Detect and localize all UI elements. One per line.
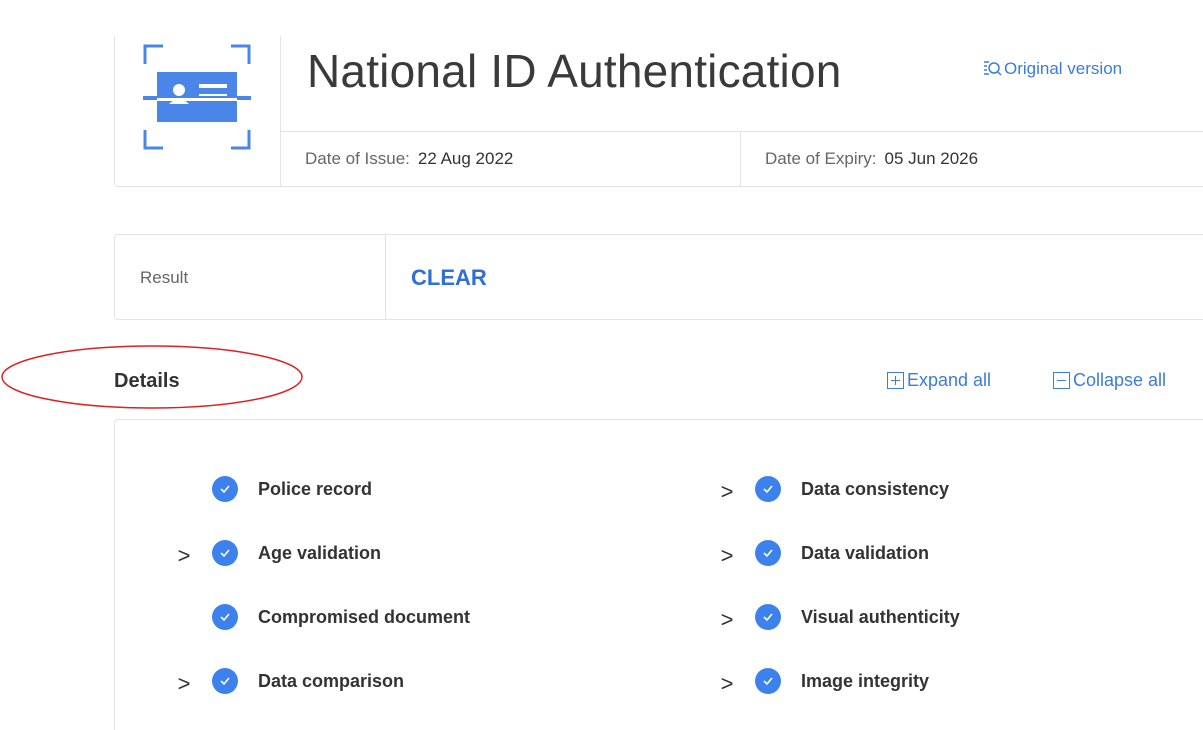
- date-of-issue: Date of Issue: 22 Aug 2022: [305, 132, 513, 186]
- date-of-expiry-value: 05 Jun 2026: [884, 149, 979, 168]
- date-separator: [740, 132, 741, 186]
- collapse-all-button[interactable]: Collapse all: [1053, 370, 1166, 391]
- check-label: Data validation: [801, 542, 930, 563]
- check-label: Age validation: [258, 542, 382, 563]
- page-title: National ID Authentication: [307, 45, 842, 97]
- document-header-card: National ID Authentication Original vers…: [114, 36, 1203, 187]
- check-item-police-record: Police record: [212, 475, 372, 503]
- chevron-right-icon[interactable]: >: [717, 607, 737, 633]
- result-value: CLEAR: [411, 265, 487, 290]
- date-of-issue-label: Date of Issue:: [305, 149, 410, 168]
- chevron-right-icon[interactable]: >: [174, 671, 194, 697]
- check-circle-icon: [212, 540, 238, 566]
- chevron-right-icon[interactable]: >: [717, 543, 737, 569]
- check-circle-icon: [212, 668, 238, 694]
- date-of-expiry-label: Date of Expiry:: [765, 149, 877, 168]
- id-card-scan-icon: [143, 44, 251, 150]
- document-icon-box: [115, 36, 281, 186]
- check-circle-icon: [755, 668, 781, 694]
- check-circle-icon: [212, 476, 238, 502]
- expand-all-label: Expand all: [907, 370, 992, 390]
- check-label: Data consistency: [801, 478, 950, 499]
- check-label: Data comparison: [258, 670, 405, 691]
- check-item-image-integrity[interactable]: Image integrity: [755, 667, 929, 695]
- date-of-expiry: Date of Expiry: 05 Jun 2026: [765, 132, 978, 186]
- expand-all-button[interactable]: Expand all: [887, 370, 991, 391]
- check-circle-icon: [755, 540, 781, 566]
- minus-square-icon: [1053, 372, 1070, 389]
- date-of-issue-value: 22 Aug 2022: [417, 149, 514, 168]
- check-item-data-consistency[interactable]: Data consistency: [755, 475, 949, 503]
- result-card: Result CLEAR: [114, 234, 1203, 320]
- result-separator: [385, 235, 386, 319]
- collapse-all-label: Collapse all: [1073, 370, 1167, 390]
- check-item-age-validation[interactable]: Age validation: [212, 539, 381, 567]
- check-circle-icon: [755, 604, 781, 630]
- check-circle-icon: [212, 604, 238, 630]
- check-item-data-validation[interactable]: Data validation: [755, 539, 929, 567]
- check-label: Compromised document: [258, 606, 471, 627]
- check-item-visual-authenticity[interactable]: Visual authenticity: [755, 603, 960, 631]
- details-card: Police record > Age validation Compromis…: [114, 419, 1203, 730]
- check-label: Visual authenticity: [801, 606, 960, 627]
- check-circle-icon: [755, 476, 781, 502]
- result-label: Result: [140, 268, 189, 287]
- details-title: Details: [114, 370, 180, 392]
- original-version-label: Original version: [1004, 59, 1123, 78]
- check-item-data-comparison[interactable]: Data comparison: [212, 667, 404, 695]
- plus-square-icon: [887, 372, 904, 389]
- check-label: Police record: [258, 478, 373, 499]
- chevron-right-icon[interactable]: >: [174, 543, 194, 569]
- original-version-link[interactable]: Original version: [982, 59, 1122, 79]
- check-item-compromised-document: Compromised document: [212, 603, 470, 631]
- check-label: Image integrity: [801, 670, 930, 691]
- chevron-right-icon[interactable]: >: [717, 479, 737, 505]
- document-search-icon: [984, 61, 1002, 76]
- chevron-right-icon[interactable]: >: [717, 671, 737, 697]
